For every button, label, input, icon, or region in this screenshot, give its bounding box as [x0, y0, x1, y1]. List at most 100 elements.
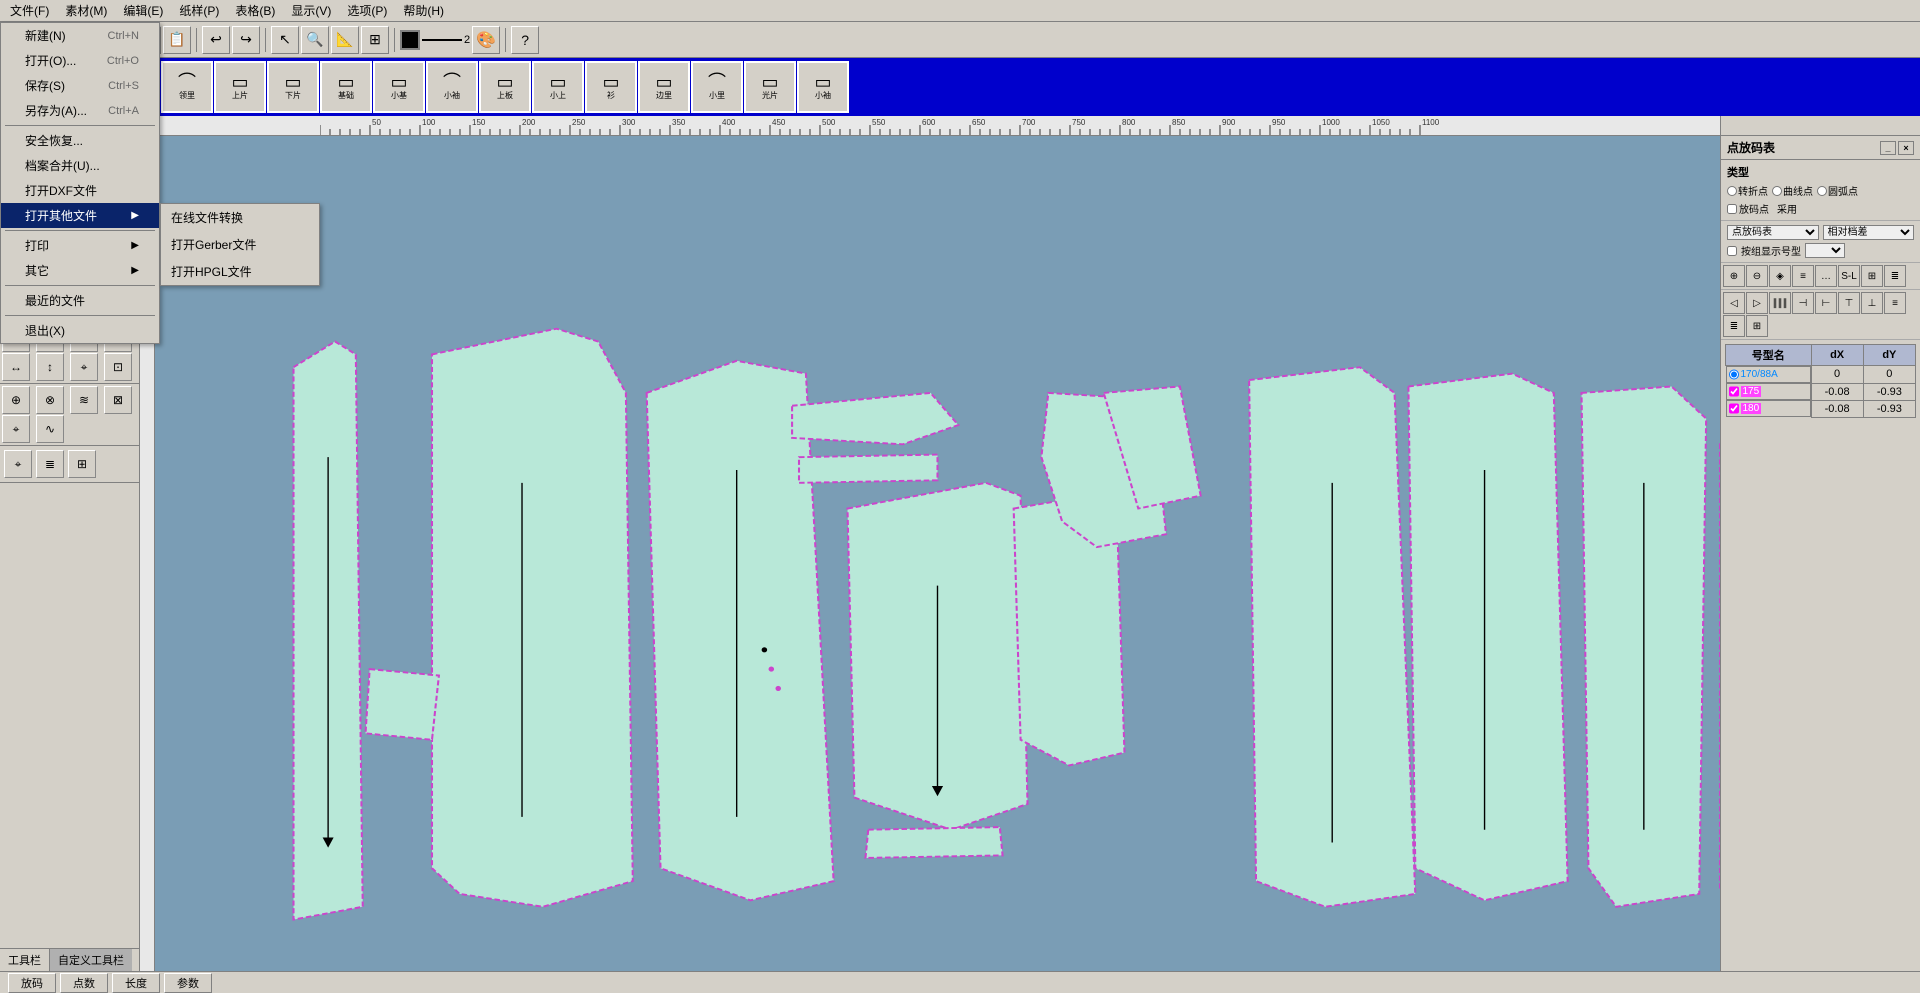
rp-btn-r9[interactable]: ≣	[1723, 315, 1745, 337]
tb-color[interactable]	[400, 30, 420, 50]
file-exit[interactable]: 退出(X)	[1, 318, 159, 343]
menu-edit[interactable]: 编辑(E)	[115, 0, 171, 21]
file-restore[interactable]: 安全恢复...	[1, 128, 159, 153]
checkbox-group-display[interactable]	[1727, 246, 1737, 256]
tb-help[interactable]: ?	[511, 26, 539, 54]
tool-grade6[interactable]: ↕	[36, 353, 64, 381]
file-opendxf[interactable]: 打开DXF文件	[1, 178, 159, 203]
file-saveas[interactable]: 另存为(A)... Ctrl+A	[1, 98, 159, 123]
tool-bottom1[interactable]: ⌖	[4, 450, 32, 478]
rp-btn-r2[interactable]: ▷	[1746, 292, 1768, 314]
radio-arc[interactable]: 圆弧点	[1817, 183, 1858, 198]
tool-ex4[interactable]: ⊠	[104, 386, 132, 414]
tb-grid[interactable]: ⊞	[361, 26, 389, 54]
pt-xiaoli[interactable]: ⌒小里	[691, 61, 743, 113]
radio-curve[interactable]: 曲线点	[1772, 183, 1813, 198]
menu-options[interactable]: 选项(P)	[339, 0, 395, 21]
rp-btn-r4[interactable]: ⊣	[1792, 292, 1814, 314]
pt-lingli[interactable]: ⌒领里	[161, 61, 213, 113]
file-other[interactable]: 其它 ▶	[1, 258, 159, 283]
tb-redo[interactable]: ↪	[232, 26, 260, 54]
tool-ex5[interactable]: ⌖	[2, 415, 30, 443]
rp-btn-r6[interactable]: ⊤	[1838, 292, 1860, 314]
rp-btn-r1[interactable]: ◁	[1723, 292, 1745, 314]
status-length[interactable]: 长度	[112, 973, 160, 993]
table-row: 170/88A 0 0	[1726, 366, 1916, 384]
rp-btn-r10[interactable]: ⊞	[1746, 315, 1768, 337]
pt-shan[interactable]: ▭衫	[585, 61, 637, 113]
tool-ex3[interactable]: ≋	[70, 386, 98, 414]
pt-jichi[interactable]: ▭基础	[320, 61, 372, 113]
file-recent[interactable]: 最近的文件	[1, 288, 159, 313]
dropdown-size-type[interactable]	[1805, 243, 1845, 258]
dropdown-relative-diff[interactable]: 相对档差	[1823, 225, 1915, 240]
menu-help[interactable]: 帮助(H)	[395, 0, 452, 21]
tool-ex6[interactable]: ∿	[36, 415, 64, 443]
checkbox-grade-point[interactable]: 放码点	[1727, 201, 1769, 216]
size-170: 170/88A	[1741, 369, 1778, 380]
file-merge[interactable]: 档案合并(U)...	[1, 153, 159, 178]
rp-btn-table[interactable]: ≡	[1792, 265, 1814, 287]
status-grade[interactable]: 放码	[8, 973, 56, 993]
pattern-canvas[interactable]	[155, 136, 1720, 971]
menu-file[interactable]: 文件(F)	[2, 0, 57, 21]
menu-paper[interactable]: 纸样(P)	[171, 0, 227, 21]
pt-xiaoji[interactable]: ▭小基	[373, 61, 425, 113]
tb-undo[interactable]: ↩	[202, 26, 230, 54]
tool-bottom2[interactable]: ≣	[36, 450, 64, 478]
tab-custom-tools[interactable]: 自定义工具栏	[50, 949, 132, 971]
pt-bianli[interactable]: ▭边里	[638, 61, 690, 113]
pt-xiaoshang[interactable]: ▭小上	[532, 61, 584, 113]
panel-close[interactable]: ×	[1898, 141, 1914, 155]
row-check-175[interactable]	[1729, 385, 1739, 398]
canvas-area[interactable]	[140, 136, 1720, 971]
row-check-180[interactable]	[1729, 402, 1739, 415]
rp-btn-r3[interactable]: ∥∥∥	[1769, 292, 1791, 314]
pt-shangpian[interactable]: ▭上片	[214, 61, 266, 113]
file-openother[interactable]: 打开其他文件 ▶	[1, 203, 159, 228]
rp-btn-grid2[interactable]: ⊞	[1861, 265, 1883, 287]
menu-material[interactable]: 素材(M)	[57, 0, 115, 21]
file-new[interactable]: 新建(N) Ctrl+N	[1, 23, 159, 48]
rp-btn-r5[interactable]: ⊢	[1815, 292, 1837, 314]
dropdown-grade-table[interactable]: 点放码表	[1727, 225, 1819, 240]
pt-guangpian[interactable]: ▭光片	[744, 61, 796, 113]
submenu-online-convert[interactable]: 在线文件转换	[161, 204, 319, 231]
tool-bottom3[interactable]: ⊞	[68, 450, 96, 478]
rp-btn-remove[interactable]: ⊖	[1746, 265, 1768, 287]
pt-shangban[interactable]: ▭上板	[479, 61, 531, 113]
tb-measure[interactable]: 📐	[331, 26, 359, 54]
pt-xiaopian2[interactable]: ▭小袖	[797, 61, 849, 113]
pt-xiapian[interactable]: ▭下片	[267, 61, 319, 113]
rp-btn-r8[interactable]: ≡	[1884, 292, 1906, 314]
rp-btn-settings[interactable]: ◈	[1769, 265, 1791, 287]
file-save[interactable]: 保存(S) Ctrl+S	[1, 73, 159, 98]
rp-btn-r7[interactable]: ⊥	[1861, 292, 1883, 314]
status-params[interactable]: 参数	[164, 973, 212, 993]
pt-xiaoxiu2[interactable]: ⌒小袖	[426, 61, 478, 113]
row-radio-170[interactable]	[1729, 368, 1739, 381]
tool-grade7[interactable]: ⌖	[70, 353, 98, 381]
rp-btn-size[interactable]: S-L	[1838, 265, 1860, 287]
tb-zoom[interactable]: 🔍	[301, 26, 329, 54]
tb-paste[interactable]: 📋	[163, 26, 191, 54]
tool-grade5[interactable]: ↔	[2, 353, 30, 381]
menu-table[interactable]: 表格(B)	[227, 0, 283, 21]
tb-pattern-color[interactable]: 🎨	[472, 26, 500, 54]
rp-btn-add[interactable]: ⊕	[1723, 265, 1745, 287]
tool-grade8[interactable]: ⊡	[104, 353, 132, 381]
rp-btn-extra[interactable]: ≣	[1884, 265, 1906, 287]
menu-view[interactable]: 显示(V)	[283, 0, 339, 21]
tool-ex1[interactable]: ⊕	[2, 386, 30, 414]
submenu-open-hpgl[interactable]: 打开HPGL文件	[161, 258, 319, 285]
tool-ex2[interactable]: ⊗	[36, 386, 64, 414]
submenu-open-gerber[interactable]: 打开Gerber文件	[161, 231, 319, 258]
panel-minimize[interactable]: _	[1880, 141, 1896, 155]
file-open[interactable]: 打开(O)... Ctrl+O	[1, 48, 159, 73]
tab-tools[interactable]: 工具栏	[0, 949, 50, 971]
tb-select[interactable]: ↖	[271, 26, 299, 54]
rp-btn-more[interactable]: …	[1815, 265, 1837, 287]
radio-inflection[interactable]: 转折点	[1727, 183, 1768, 198]
file-print[interactable]: 打印 ▶	[1, 233, 159, 258]
status-points[interactable]: 点数	[60, 973, 108, 993]
